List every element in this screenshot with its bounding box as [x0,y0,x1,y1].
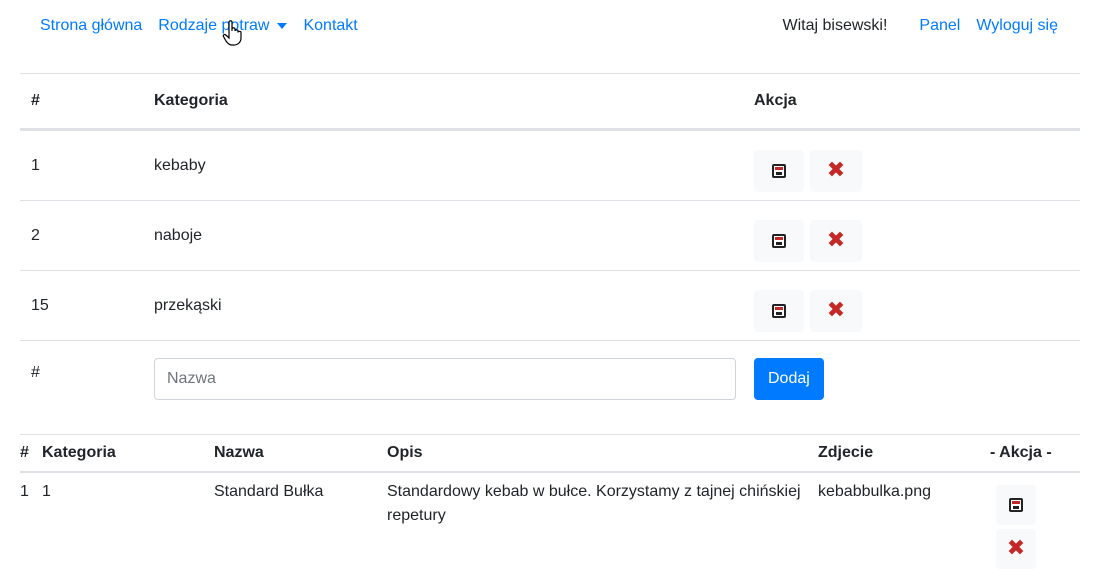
nav-contact-link[interactable]: Kontakt [303,17,357,35]
save-button[interactable] [754,289,804,332]
table-row: 1 kebaby ✖ [20,130,1080,200]
dishes-table: # Kategoria Nazwa Opis Zdjecie - Akcja -… [20,434,1080,569]
red-x-icon: ✖ [1006,536,1026,561]
category-name-input[interactable] [154,357,736,400]
table-row: 1 1 Standard Bułka Standardowy kebab w b… [20,473,1080,569]
col-header-action: - Akcja - [990,444,1052,461]
row-id: 15 [31,296,49,314]
dish-image: kebabbulka.png [818,483,931,500]
nav-panel-link[interactable]: Panel [919,17,960,35]
categories-table: # Kategoria Akcja 1 kebaby ✖ 2 naboje ✖ … [20,73,1080,410]
welcome-text: Witaj bisewski! [782,17,888,34]
table-row: 2 naboje ✖ [20,200,1080,270]
dish-name: Standard Bułka [214,483,324,500]
row-id: 1 [31,156,40,174]
navbar: Strona główna Rodzaje potraw Kontakt Wit… [40,14,1058,38]
row-name: przekąski [154,296,222,314]
row-name: kebaby [154,156,206,174]
col-header-description: Opis [387,444,423,461]
save-button[interactable] [996,485,1036,525]
col-header-image: Zdjecie [818,444,874,461]
dishes-header-row: # Kategoria Nazwa Opis Zdjecie - Akcja - [20,435,1080,473]
floppy-disk-icon [772,303,786,318]
delete-button[interactable]: ✖ [810,289,862,332]
save-button[interactable] [754,219,804,262]
dish-category: 1 [42,483,51,500]
red-x-icon: ✖ [826,297,846,323]
table-row: 15 przekąski ✖ [20,270,1080,340]
add-button[interactable]: Dodaj [754,357,824,400]
dish-id: 1 [20,483,29,500]
nav-logout-link[interactable]: Wyloguj się [976,17,1058,35]
row-id: 2 [31,226,40,244]
nav-home-link[interactable]: Strona główna [40,17,142,35]
dish-description: Standardowy kebab w bułce. Korzystamy z … [387,483,801,524]
floppy-disk-icon [772,163,786,178]
row-name: naboje [154,226,203,244]
dish-actions: ✖ [990,483,1042,569]
nav-user-area: Witaj bisewski! Panel Wyloguj się [783,17,1059,35]
add-category-row: # Dodaj [20,340,1080,410]
delete-button[interactable]: ✖ [810,219,862,262]
red-x-icon: ✖ [826,157,846,183]
col-header-id: # [31,92,40,109]
col-header-name: Nazwa [214,444,264,461]
categories-header-row: # Kategoria Akcja [20,73,1080,130]
col-header-category: Kategoria [42,444,116,461]
col-header-action: Akcja [754,92,797,109]
hand-cursor-icon [222,20,242,46]
caret-down-icon [277,23,288,29]
nav-dishes-label: Rodzaje potraw [158,17,270,34]
save-button[interactable] [754,149,804,192]
floppy-disk-icon [772,233,786,248]
delete-button[interactable]: ✖ [810,149,862,192]
col-header-id: # [20,444,29,461]
new-id-label: # [31,363,40,381]
col-header-category: Kategoria [154,92,228,109]
red-x-icon: ✖ [826,227,846,253]
delete-button[interactable]: ✖ [996,529,1036,569]
floppy-disk-icon [1009,498,1023,512]
